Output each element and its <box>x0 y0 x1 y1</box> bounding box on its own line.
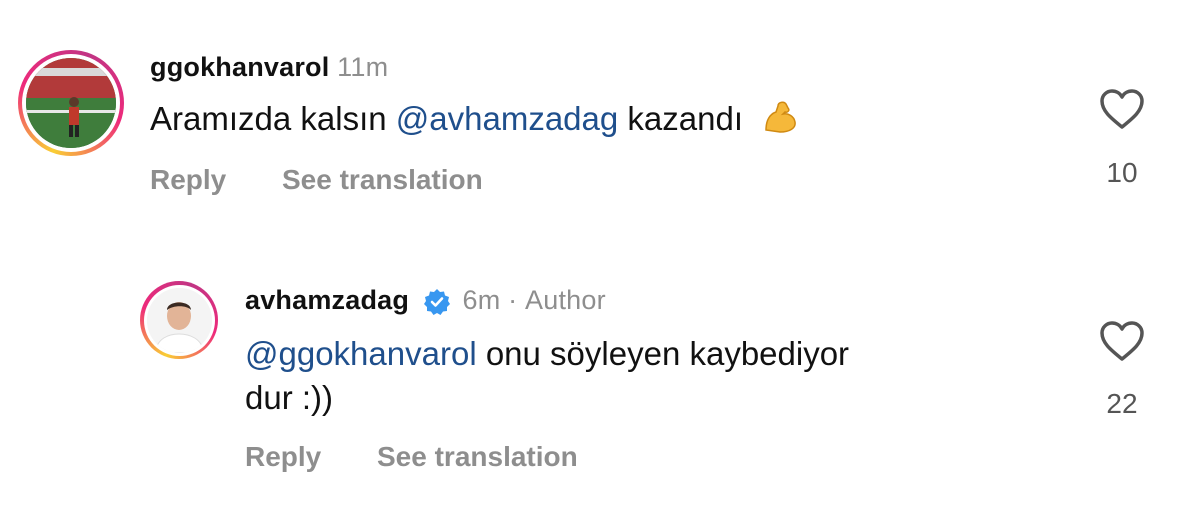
comment-text: Aramızda kalsın @avhamzadag kazandı <box>150 97 800 141</box>
comment-username[interactable]: ggokhanvarol 11m <box>150 52 388 83</box>
heart-icon[interactable] <box>1099 320 1145 362</box>
stadium-photo-icon <box>26 58 116 148</box>
like-count: 10 <box>1106 157 1138 188</box>
see-translation-button[interactable]: See translation <box>377 441 578 473</box>
comment-username[interactable]: avhamzadag 6m · Author <box>245 285 606 316</box>
mention-link[interactable]: @ggokhanvarol <box>245 335 477 372</box>
avatar[interactable] <box>140 281 218 359</box>
reply-button[interactable]: Reply <box>245 441 321 473</box>
comment-text: @ggokhanvarol onu söyleyen kaybediyor du… <box>245 332 849 420</box>
person-photo-icon <box>146 287 212 353</box>
flexed-biceps-icon <box>765 101 796 133</box>
like-count: 22 <box>1106 388 1138 419</box>
see-translation-button[interactable]: See translation <box>282 164 483 196</box>
separator-dot: · <box>508 285 518 315</box>
comment-time: 11m <box>337 52 389 82</box>
verified-badge-icon <box>423 288 450 315</box>
mention-link[interactable]: @avhamzadag <box>396 100 618 137</box>
author-label: Author <box>525 285 606 315</box>
reply-button[interactable]: Reply <box>150 164 226 196</box>
comment-text-line2: dur :)) <box>245 379 334 416</box>
heart-icon[interactable] <box>1099 88 1145 130</box>
avatar[interactable] <box>18 50 124 156</box>
comment-time: 6m <box>462 285 501 315</box>
